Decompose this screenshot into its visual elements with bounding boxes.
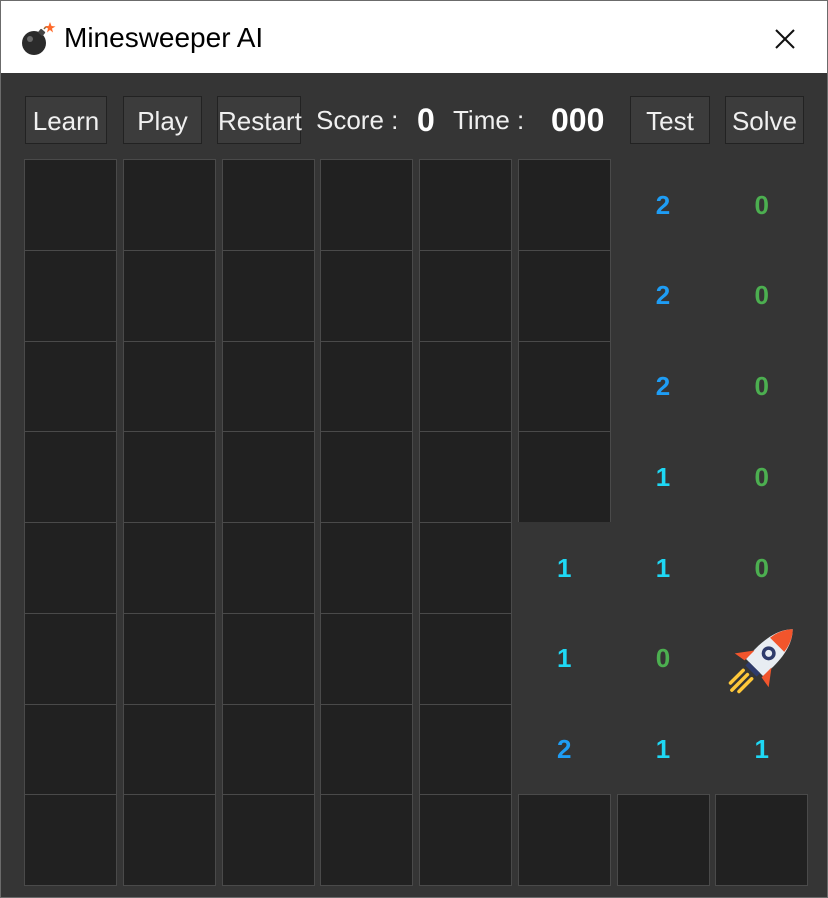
hidden-cell[interactable]	[122, 431, 216, 524]
hidden-cell[interactable]	[419, 249, 512, 342]
hidden-cell[interactable]	[24, 159, 117, 251]
hidden-cell[interactable]	[122, 703, 216, 796]
score-label: Score :	[316, 105, 399, 135]
hidden-cell[interactable]	[517, 249, 611, 342]
hidden-cell[interactable]	[320, 249, 414, 342]
hidden-cell[interactable]	[122, 522, 216, 614]
hidden-cell[interactable]	[24, 703, 117, 796]
hidden-cell[interactable]	[616, 794, 710, 887]
revealed-cell-1: 1	[616, 431, 710, 524]
toolbar: Learn Play Restart Score : 0 Time : 000 …	[1, 73, 827, 159]
hidden-cell[interactable]	[320, 522, 414, 614]
hidden-cell[interactable]	[221, 340, 315, 433]
hidden-cell[interactable]	[24, 249, 117, 342]
revealed-cell-1: 1	[616, 522, 710, 614]
restart-button[interactable]: Restart	[217, 96, 302, 144]
revealed-cell-2: 2	[616, 340, 710, 433]
hidden-cell[interactable]	[517, 431, 611, 524]
revealed-cell-0: 0	[715, 249, 809, 342]
score-value: 0	[417, 102, 435, 138]
hidden-cell[interactable]	[419, 703, 512, 796]
hidden-cell[interactable]	[517, 159, 611, 251]
hidden-cell[interactable]	[517, 794, 611, 887]
hidden-cell[interactable]	[320, 159, 414, 251]
agent-cell	[715, 612, 809, 705]
hidden-cell[interactable]	[122, 340, 216, 433]
learn-button[interactable]: Learn	[25, 96, 107, 144]
hidden-cell[interactable]	[419, 794, 512, 887]
solve-button[interactable]: Solve	[725, 96, 804, 144]
hidden-cell[interactable]	[221, 249, 315, 342]
revealed-cell-1: 1	[517, 522, 611, 614]
hidden-cell[interactable]	[122, 249, 216, 342]
hidden-cell[interactable]	[320, 794, 414, 887]
hidden-cell[interactable]	[221, 431, 315, 524]
revealed-cell-1: 1	[517, 612, 611, 705]
time-value: 000	[551, 102, 605, 138]
hidden-cell[interactable]	[221, 159, 315, 251]
revealed-cell-0: 0	[715, 522, 809, 614]
revealed-cell-0: 0	[715, 340, 809, 433]
close-icon[interactable]	[765, 19, 805, 59]
test-button[interactable]: Test	[630, 96, 710, 144]
hidden-cell[interactable]	[419, 431, 512, 524]
hidden-cell[interactable]	[24, 340, 117, 433]
rocket-icon	[728, 629, 793, 694]
hidden-cell[interactable]	[320, 431, 414, 524]
hidden-cell[interactable]	[221, 612, 315, 705]
hidden-cell[interactable]	[320, 612, 414, 705]
hidden-cell[interactable]	[221, 794, 315, 887]
title-bar: Minesweeper AI	[1, 1, 827, 73]
revealed-cell-1: 1	[715, 703, 809, 796]
hidden-cell[interactable]	[24, 612, 117, 705]
game-window: Minesweeper AI Learn Play Restart Score …	[0, 0, 828, 898]
revealed-cell-1: 1	[616, 703, 710, 796]
hidden-cell[interactable]	[221, 703, 315, 796]
hidden-cell[interactable]	[419, 522, 512, 614]
revealed-cell-0: 0	[616, 612, 710, 705]
hidden-cell[interactable]	[24, 522, 117, 614]
window-title: Minesweeper AI	[64, 22, 264, 53]
revealed-cell-2: 2	[616, 249, 710, 342]
hidden-cell[interactable]	[122, 794, 216, 887]
revealed-cell-0: 0	[715, 431, 809, 524]
minefield-grid: 2020201011010211	[24, 159, 814, 889]
revealed-cell-0: 0	[715, 159, 809, 251]
hidden-cell[interactable]	[320, 340, 414, 433]
revealed-cell-2: 2	[616, 159, 710, 251]
hidden-cell[interactable]	[24, 794, 117, 887]
hidden-cell[interactable]	[419, 159, 512, 251]
hidden-cell[interactable]	[122, 159, 216, 251]
hidden-cell[interactable]	[122, 612, 216, 705]
hidden-cell[interactable]	[419, 340, 512, 433]
time-label: Time :	[453, 105, 525, 135]
play-button[interactable]: Play	[123, 96, 202, 144]
hidden-cell[interactable]	[517, 340, 611, 433]
hidden-cell[interactable]	[419, 612, 512, 705]
bomb-icon	[22, 22, 56, 55]
hidden-cell[interactable]	[24, 431, 117, 524]
hidden-cell[interactable]	[715, 794, 809, 887]
revealed-cell-2: 2	[517, 703, 611, 796]
hidden-cell[interactable]	[221, 522, 315, 614]
hidden-cell[interactable]	[320, 703, 414, 796]
